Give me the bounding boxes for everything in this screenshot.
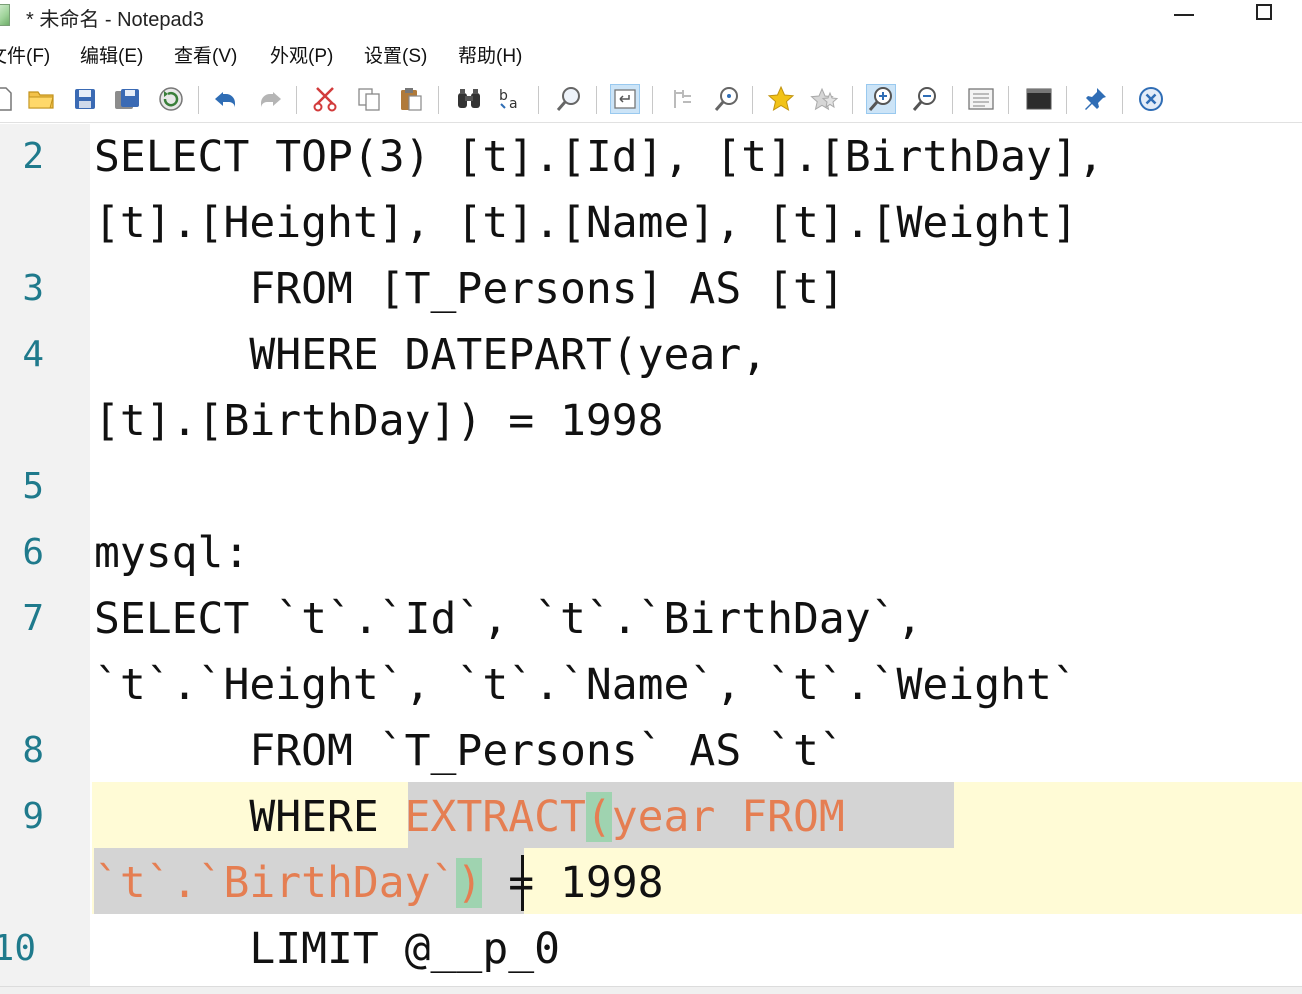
undo-icon[interactable] bbox=[212, 84, 242, 114]
save-icon[interactable] bbox=[70, 84, 100, 114]
toolbar-separator bbox=[198, 86, 199, 114]
title-bar[interactable]: * 未命名 - Notepad3 bbox=[0, 0, 1302, 31]
word-wrap-icon[interactable] bbox=[610, 84, 640, 114]
exit-icon[interactable] bbox=[1136, 84, 1166, 114]
code-line: WHERE DATEPART(year, bbox=[94, 330, 768, 380]
code-line: [t].[BirthDay]) = 1998 bbox=[94, 396, 664, 446]
indent-guides-icon[interactable] bbox=[668, 84, 698, 114]
line-number: 7 bbox=[22, 598, 44, 639]
line-number: 3 bbox=[22, 268, 44, 309]
line-number: 6 bbox=[22, 532, 44, 573]
toolbar-separator bbox=[952, 86, 953, 114]
line-number: 5 bbox=[22, 466, 44, 507]
copy-icon[interactable] bbox=[354, 84, 384, 114]
editor-area[interactable]: 2 3 4 5 6 7 8 9 10 SELECT TOP(3) [t].[Id… bbox=[0, 124, 1302, 986]
notepad3-window: * 未命名 - Notepad3 文件(F) 编辑(E) 查看(V) 外观(P)… bbox=[0, 0, 1302, 994]
code-line: mysql: bbox=[94, 528, 250, 578]
code-line: FROM `T_Persons` AS `t` bbox=[94, 726, 845, 776]
code-line: `t`.`Height`, `t`.`Name`, `t`.`Weight` bbox=[94, 660, 1078, 710]
toolbar-separator bbox=[852, 86, 853, 114]
brace-match-close: ) bbox=[456, 858, 483, 908]
toolbar: ba bbox=[0, 78, 1302, 123]
menu-settings[interactable]: 设置(S) bbox=[364, 42, 427, 72]
code-token: WHERE bbox=[94, 792, 405, 842]
code-line: `t`.`BirthDay`) = 1998 bbox=[94, 850, 664, 916]
window-title: * 未命名 - Notepad3 bbox=[26, 9, 204, 31]
toolbar-separator bbox=[1066, 86, 1067, 114]
minimize-icon bbox=[1174, 14, 1194, 16]
toolbar-separator bbox=[1122, 86, 1123, 114]
notepad-app-icon bbox=[0, 4, 10, 26]
new-file-icon[interactable] bbox=[0, 84, 18, 114]
find-next-icon[interactable] bbox=[554, 84, 584, 114]
maximize-button[interactable] bbox=[1236, 0, 1292, 30]
terminal-icon[interactable] bbox=[1024, 84, 1054, 114]
zoom-out-icon[interactable] bbox=[910, 84, 940, 114]
paste-icon[interactable] bbox=[396, 84, 426, 114]
toolbar-separator bbox=[1008, 86, 1009, 114]
code-line: SELECT TOP(3) [t].[Id], [t].[BirthDay], bbox=[94, 132, 1104, 182]
goto-icon[interactable] bbox=[712, 84, 742, 114]
line-number: 4 bbox=[22, 334, 44, 375]
replace-icon[interactable]: ba bbox=[496, 84, 526, 114]
text-caret bbox=[521, 855, 524, 911]
toolbar-separator bbox=[538, 86, 539, 114]
menu-view[interactable]: 查看(V) bbox=[174, 42, 237, 72]
code-line: [t].[Height], [t].[Name], [t].[Weight] bbox=[94, 198, 1078, 248]
schemes-icon[interactable] bbox=[966, 84, 996, 114]
save-as-icon[interactable] bbox=[112, 84, 142, 114]
find-icon[interactable] bbox=[454, 84, 484, 114]
toolbar-separator bbox=[652, 86, 653, 114]
line-number: 10 bbox=[0, 928, 36, 969]
svg-text:a: a bbox=[509, 96, 518, 112]
cut-icon[interactable] bbox=[310, 84, 340, 114]
line-number: 2 bbox=[22, 136, 44, 177]
brace-match-open: ( bbox=[585, 792, 612, 842]
menu-file[interactable]: 文件(F) bbox=[0, 42, 50, 72]
line-number-gutter: 2 3 4 5 6 7 8 9 10 bbox=[0, 124, 90, 986]
code-line: SELECT `t`.`Id`, `t`.`BirthDay`, bbox=[94, 594, 923, 644]
svg-text:b: b bbox=[499, 88, 508, 104]
open-folder-icon[interactable] bbox=[26, 84, 56, 114]
status-bar bbox=[0, 986, 1302, 994]
toolbar-separator bbox=[296, 86, 297, 114]
redo-icon[interactable] bbox=[254, 84, 284, 114]
code-line: FROM [T_Persons] AS [t] bbox=[94, 264, 845, 314]
toolbar-separator bbox=[596, 86, 597, 114]
code-line: LIMIT @__p_0 bbox=[94, 924, 560, 974]
code-token: = 1998 bbox=[482, 858, 664, 908]
menu-bar: 文件(F) 编辑(E) 查看(V) 外观(P) 设置(S) 帮助(H) bbox=[0, 42, 1302, 72]
highlighted-token: `t`.`BirthDay` bbox=[94, 858, 457, 908]
favorites-icon[interactable] bbox=[810, 84, 840, 114]
toolbar-separator bbox=[752, 86, 753, 114]
pin-icon[interactable] bbox=[1080, 84, 1110, 114]
menu-help[interactable]: 帮助(H) bbox=[458, 42, 522, 72]
highlighted-token: year FROM bbox=[611, 792, 871, 842]
toolbar-separator bbox=[438, 86, 439, 114]
add-favorite-icon[interactable] bbox=[766, 84, 796, 114]
zoom-in-icon[interactable] bbox=[866, 84, 896, 114]
line-number: 9 bbox=[22, 796, 44, 837]
line-number: 8 bbox=[22, 730, 44, 771]
menu-appearance[interactable]: 外观(P) bbox=[270, 42, 333, 72]
highlighted-token: EXTRACT bbox=[404, 792, 586, 842]
minimize-button[interactable] bbox=[1156, 0, 1212, 30]
maximize-icon bbox=[1256, 4, 1272, 20]
menu-edit[interactable]: 编辑(E) bbox=[80, 42, 143, 72]
code-line: WHERE EXTRACT(year FROM bbox=[94, 784, 871, 850]
revert-icon[interactable] bbox=[156, 84, 186, 114]
